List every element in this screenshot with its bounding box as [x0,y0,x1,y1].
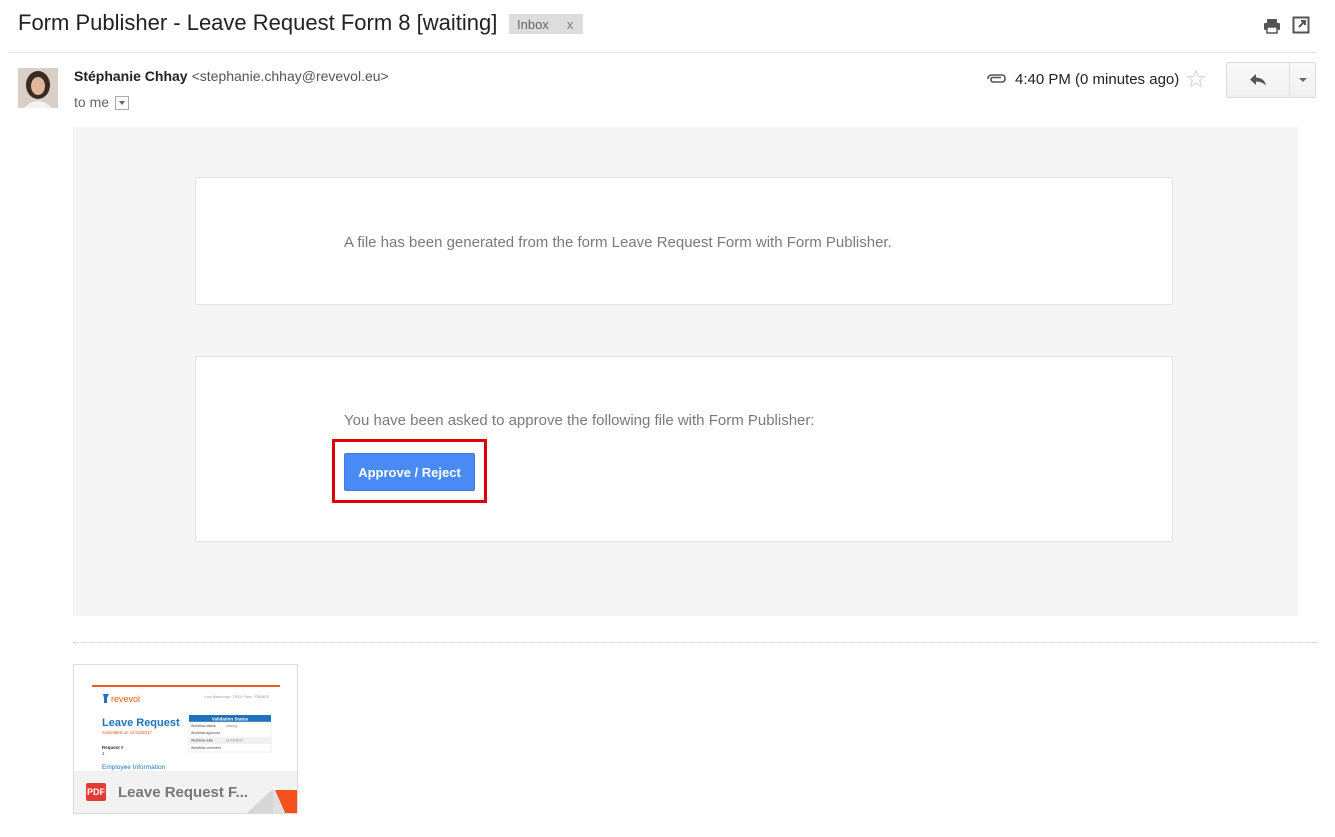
preview-row-key: Workflow approver [191,731,221,735]
preview-address: 4 rue Bobeuvray · 75001 Paris · FRANCE [204,695,270,699]
preview-row-key: Workflow status [191,724,216,728]
page-corner-icon [247,787,297,813]
preview-title: Leave Request [102,717,180,729]
label-chip-inbox[interactable]: Inbox x [509,14,583,34]
preview-section: Employee Information [102,764,166,771]
dropdown-arrow-icon [1298,78,1307,82]
preview-request-value: 1 [102,751,105,756]
preview-row-value: waiting [226,724,237,728]
reply-button-group [1226,62,1316,98]
preview-table-title: Validation Status [212,717,249,722]
attachments-divider [73,642,1317,643]
remove-label-button[interactable]: x [567,17,574,32]
recipient-text: to me [74,94,110,110]
print-icon[interactable] [1262,16,1282,36]
preview-submitted: Submitted on 11/15/2017 [102,730,152,735]
more-actions-button[interactable] [1290,63,1315,97]
sender-line: Stéphanie Chhay <stephanie.chhay@revevol.… [74,68,389,84]
paperclip-icon [987,74,1006,83]
email-subject: Form Publisher - Leave Request Form 8 [w… [18,10,498,35]
show-details-dropdown[interactable] [115,96,130,110]
approval-card: You have been asked to approve the follo… [195,356,1173,542]
generated-file-card: A file has been generated from the form … [195,177,1173,305]
message-meta: 4:40 PM (0 minutes ago) [985,68,1207,90]
pdf-file-icon: PDF [86,783,106,801]
preview-row-value: 11/15/2017 [226,739,243,743]
header-divider [8,52,1317,53]
reply-button[interactable] [1227,63,1290,97]
email-body-panel: A file has been generated from the form … [73,127,1298,616]
pdf-attachment[interactable]: revevol 4 rue Bobeuvray · 75001 Paris · … [73,664,298,814]
sender-avatar[interactable] [18,68,58,108]
generated-file-message: A file has been generated from the form … [344,234,892,251]
sender-email: <stephanie.chhay@revevol.eu> [191,68,389,84]
reply-icon [1250,74,1266,86]
approve-reject-button[interactable]: Approve / Reject [344,453,475,491]
star-icon[interactable] [1185,68,1207,90]
label-chip-text: Inbox [517,16,549,32]
preview-row-key: Workflow comment [191,746,221,750]
sender-name[interactable]: Stéphanie Chhay [74,68,188,84]
revevol-logo-text: revevol [111,694,140,704]
attachment-filename: Leave Request F... [118,783,249,801]
message-time: 4:40 PM (0 minutes ago) [1015,70,1180,88]
preview-row-key: Workflow date [191,739,213,743]
attachment-preview: revevol 4 rue Bobeuvray · 75001 Paris · … [74,665,297,771]
approval-message: You have been asked to approve the follo… [344,412,815,429]
preview-request-label: Request # [102,745,124,750]
recipient-line: to me [74,94,130,110]
open-in-new-window-icon[interactable] [1292,16,1310,34]
